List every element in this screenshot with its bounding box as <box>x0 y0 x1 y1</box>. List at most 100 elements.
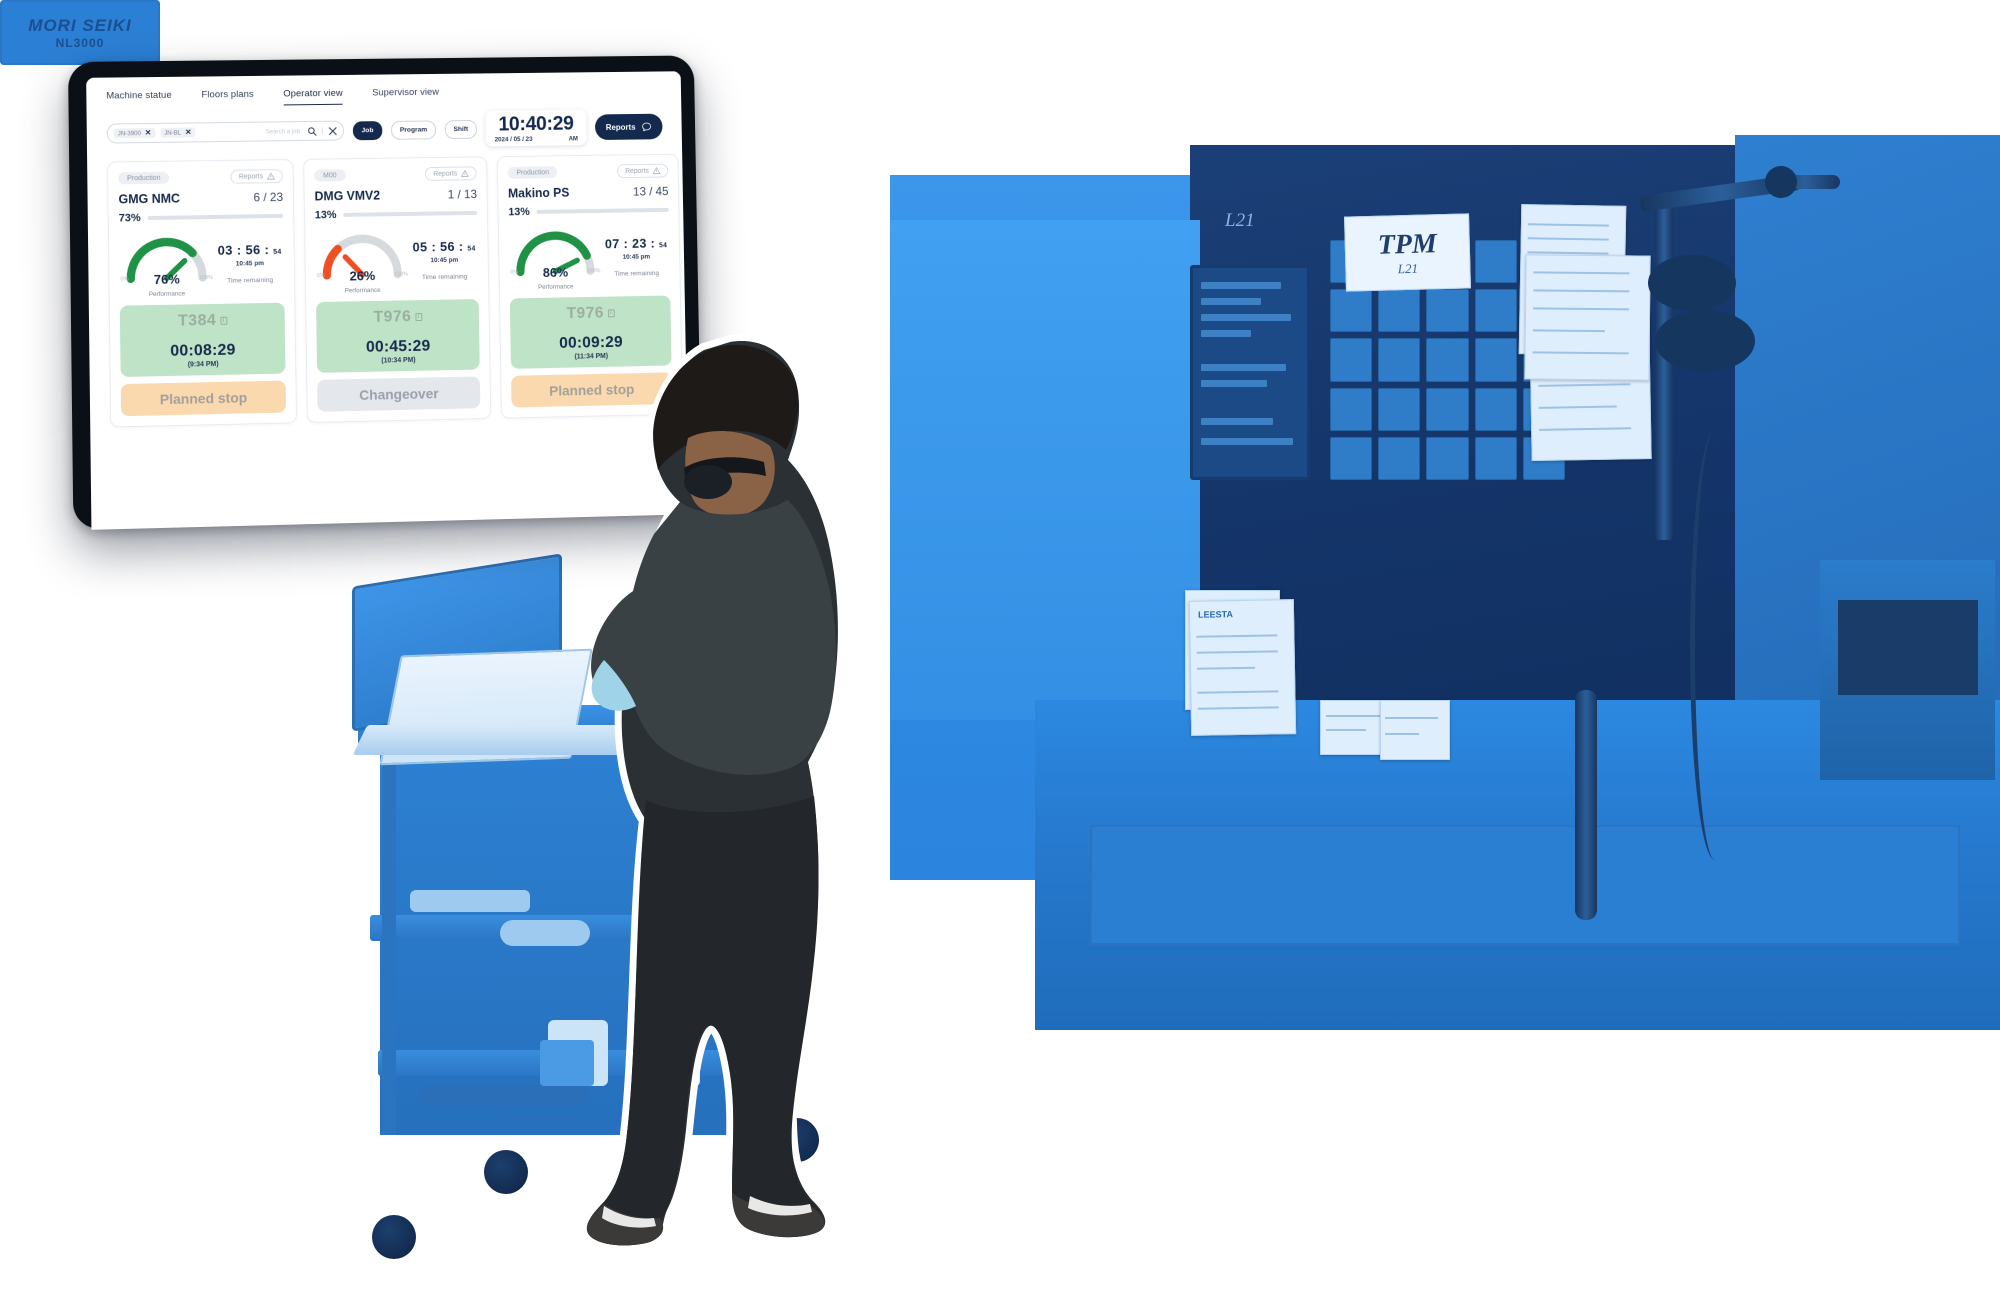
job-search-bar[interactable]: JN-3900 ✕ JN-BL ✕ Search a job | <box>106 120 345 144</box>
reports-button-label: Reports <box>605 122 636 132</box>
performance-gauge: 0% 100% 76% Performance <box>119 233 214 299</box>
filter-chip-label: JN-BL <box>164 129 182 137</box>
timer-seconds: 54 <box>273 248 282 256</box>
progress-row: 13% <box>315 207 478 221</box>
warning-triangle-icon <box>267 172 275 180</box>
info-icon[interactable]: i <box>607 309 615 318</box>
timer-hours: 05 <box>412 239 428 255</box>
filter-shift-button[interactable]: Shift <box>444 119 478 139</box>
time-remaining-value: 05 : 56 : 54 <box>412 238 476 255</box>
status-badge: Production <box>507 166 558 179</box>
time-remaining-caption: Time remaining <box>421 273 468 282</box>
timer-seconds: 54 <box>658 242 668 250</box>
warning-triangle-icon <box>461 169 469 177</box>
clock-meridiem: AM <box>568 135 579 143</box>
machine-grille <box>1838 600 1978 695</box>
part-count: 1 / 13 <box>447 187 478 202</box>
filter-chip[interactable]: JN-3900 ✕ <box>113 127 156 139</box>
filter-program-button[interactable]: Program <box>390 119 437 140</box>
tpm-note-title: TPM <box>1377 227 1438 261</box>
cart-tool <box>420 1085 590 1105</box>
card-reports-button[interactable]: Reports <box>617 163 669 179</box>
job-elapsed: 00:45:29 <box>365 337 431 356</box>
time-remaining-block: 07 : 23 : 54 10:45 pm Time remaining <box>601 235 670 278</box>
time-remaining-caption: Time remaining <box>614 270 660 278</box>
timer-seconds: 54 <box>467 245 476 253</box>
tab-supervisor-view[interactable]: Supervisor view <box>372 87 439 104</box>
performance-gauge: 0% 100% 86% Performance <box>509 227 602 291</box>
monitor-arm-joint <box>1655 310 1755 372</box>
progress-percent: 13% <box>314 209 337 222</box>
cart-tool <box>410 890 530 912</box>
card-reports-label: Reports <box>625 167 649 175</box>
job-id-row: T384 i <box>126 311 279 332</box>
timer-hours: 07 <box>604 236 620 252</box>
time-remaining-block: 05 : 56 : 54 10:45 pm Time remaining <box>408 239 478 282</box>
warning-triangle-icon <box>653 167 661 175</box>
machine-nameplate: MORI SEIKI NL3000 <box>0 0 160 65</box>
clock-date: 2024 / 05 / 23 <box>494 135 533 144</box>
gauge-value: 26% <box>349 268 376 284</box>
status-badge: M00 <box>314 169 346 182</box>
timer-hours: 03 <box>217 242 233 258</box>
filter-chip[interactable]: JN-BL ✕ <box>160 127 196 139</box>
search-divider: | <box>321 127 324 135</box>
machine-model: NL3000 <box>55 35 105 50</box>
gauge-value: 86% <box>542 264 569 281</box>
tab-machine-statue[interactable]: Machine statue <box>106 90 172 107</box>
machine-card[interactable]: M00 Reports DMG VMV2 1 / 13 13% 0% 100% … <box>303 156 492 424</box>
part-count: 6 / 23 <box>253 189 284 205</box>
machine-card[interactable]: Production Reports GMG NMC 6 / 23 73% 0%… <box>107 158 298 428</box>
operator-person-cutout <box>580 334 845 1253</box>
machine-name: DMG VMV2 <box>314 188 381 204</box>
filter-chip-label: JN-3900 <box>117 129 142 137</box>
time-remaining-block: 03 : 56 : 54 10:45 pm Time remaining <box>213 242 284 285</box>
time-remaining-value: 07 : 23 : 54 <box>604 235 668 252</box>
wall-tag-label: L21 <box>1225 210 1255 231</box>
wall-document <box>1524 254 1651 381</box>
timer-minutes: 23 <box>631 235 647 251</box>
gauge-value: 76% <box>153 271 180 288</box>
timer-minutes: 56 <box>439 238 455 255</box>
close-icon[interactable]: ✕ <box>145 128 151 137</box>
cart-leg <box>382 745 396 1135</box>
safety-poster: LEESTA <box>1188 599 1297 736</box>
job-id: T976 <box>373 308 412 326</box>
machine-cable <box>1690 430 1740 860</box>
job-elapsed: 00:08:29 <box>170 341 236 360</box>
progress-percent: 13% <box>508 206 530 219</box>
time-remaining-value: 03 : 56 : 54 <box>217 241 282 258</box>
tab-floors-plans[interactable]: Floors plans <box>201 89 254 106</box>
gauge-caption: Performance <box>537 283 574 291</box>
current-job-block: T976 i 00:45:29 (10:34 PM) <box>316 299 480 373</box>
gauge-caption: Performance <box>148 290 186 299</box>
close-icon[interactable]: ✕ <box>185 128 191 137</box>
tpm-note-sub: L21 <box>1397 260 1419 276</box>
clear-search-icon[interactable] <box>328 126 337 135</box>
card-reports-button[interactable]: Reports <box>425 166 477 181</box>
status-badge: Production <box>118 171 170 185</box>
chat-bubble-icon <box>641 121 652 132</box>
machine-status-button[interactable]: Changeover <box>317 376 481 412</box>
gauge-caption: Performance <box>344 286 381 295</box>
machine-name: Makino PS <box>507 185 570 201</box>
filter-job-button[interactable]: Job <box>352 120 383 140</box>
monitor-arm-post <box>1655 200 1673 540</box>
info-icon[interactable]: i <box>220 316 228 325</box>
progress-row: 73% <box>119 210 284 224</box>
clock-time: 10:40:29 <box>498 112 574 136</box>
job-id-row: T976 i <box>516 303 665 324</box>
search-icon[interactable] <box>308 126 317 135</box>
card-reports-button[interactable]: Reports <box>230 169 283 184</box>
search-placeholder: Search a job <box>265 127 300 135</box>
card-reports-label: Reports <box>238 172 264 181</box>
job-id-row: T976 i <box>322 307 473 328</box>
machine-status-button[interactable]: Planned stop <box>120 380 287 417</box>
info-icon[interactable]: i <box>415 312 423 322</box>
reports-button[interactable]: Reports <box>594 113 663 141</box>
timer-minutes: 56 <box>245 242 261 258</box>
machine-left-door <box>890 220 1200 720</box>
tab-operator-view[interactable]: Operator view <box>283 87 343 106</box>
time-remaining-at: 10:45 pm <box>235 260 265 268</box>
cart-wheel <box>484 1150 528 1194</box>
